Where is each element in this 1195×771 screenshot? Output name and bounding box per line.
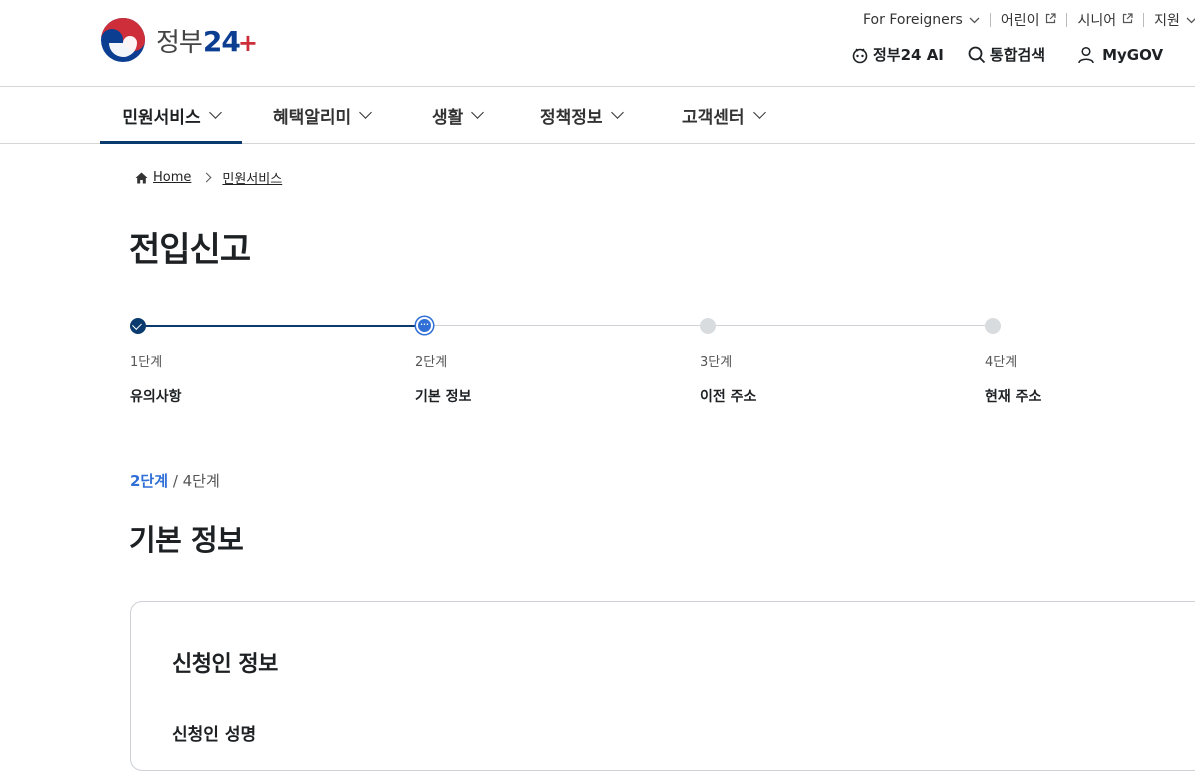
search-button[interactable]: 통합검색 <box>968 44 1045 65</box>
chevron-down-icon <box>359 106 373 119</box>
mygov-button[interactable]: MyGOV <box>1077 46 1163 64</box>
util-link-label: 지원 <box>1154 13 1180 29</box>
page-title: 전입신고 <box>129 230 251 270</box>
util-link-label: 시니어 <box>1077 13 1117 29</box>
breadcrumb: Home 민원서비스 <box>135 168 282 187</box>
step-number: 2단계 <box>415 355 448 370</box>
step-counter: 2단계 / 4단계 <box>130 470 220 491</box>
progress-stepper: 1단계 유의사항 2단계 기본 정보 3단계 이전 주소 4단계 현재 주소 <box>0 300 1195 420</box>
step-number: 1단계 <box>130 355 163 370</box>
util-link-kids[interactable]: 어린이 <box>1001 10 1057 30</box>
user-icon <box>1078 46 1094 63</box>
pending-step-icon <box>985 318 1001 334</box>
step-connector <box>716 325 986 326</box>
util-link-label: For Foreigners <box>863 12 963 28</box>
chevron-down-icon <box>752 106 766 119</box>
util-divider <box>1066 13 1068 27</box>
card-title: 신청인 정보 <box>172 652 278 677</box>
ai-button[interactable]: 정부24 AI <box>851 44 944 65</box>
site-logo[interactable]: 정부 24 + <box>100 17 258 63</box>
util-link-foreigners[interactable]: For Foreigners <box>863 12 980 28</box>
chevron-right-icon <box>201 172 212 183</box>
site-header: 정부 24 + For Foreigners 어린이 시니어 지원 정부24 A… <box>0 0 1195 87</box>
ai-robot-icon <box>852 47 868 63</box>
breadcrumb-current-link[interactable]: 민원서비스 <box>222 168 282 187</box>
home-icon <box>135 172 148 183</box>
current-step-icon <box>416 317 433 334</box>
logo-text-plus: + <box>237 28 258 57</box>
nav-item-civil-service[interactable]: 민원서비스 <box>100 87 242 144</box>
nav-item-label: 정책정보 <box>540 107 603 128</box>
step-name: 기본 정보 <box>415 389 472 405</box>
util-link-support[interactable]: 지원 <box>1154 10 1195 30</box>
ai-button-label: 정부24 AI <box>873 46 944 64</box>
nav-item-label: 생활 <box>432 107 464 128</box>
step-name: 현재 주소 <box>985 389 1042 405</box>
step-connector <box>433 325 701 326</box>
step-name: 이전 주소 <box>700 389 757 405</box>
step-name: 유의사항 <box>130 389 182 405</box>
nav-item-benefits[interactable]: 혜택알리미 <box>273 87 373 143</box>
chevron-down-icon <box>208 106 222 119</box>
external-link-icon <box>1045 13 1057 27</box>
utility-links: For Foreigners 어린이 시니어 지원 <box>863 10 1195 30</box>
check-icon <box>130 318 146 334</box>
search-icon <box>968 46 986 63</box>
applicant-info-card: 신청인 정보 신청인 성명 <box>130 601 1195 771</box>
util-link-senior[interactable]: 시니어 <box>1077 10 1133 30</box>
section-title: 기본 정보 <box>129 523 244 557</box>
header-actions: 정부24 AI 통합검색 MyGOV <box>851 44 1163 65</box>
nav-item-label: 고객센터 <box>682 107 745 128</box>
breadcrumb-home-link[interactable]: Home <box>135 170 191 185</box>
step-counter-separator: / <box>168 472 183 490</box>
logo-text-num: 24 <box>202 24 241 58</box>
pending-step-icon <box>700 318 716 334</box>
logo-text: 정부 24 + <box>156 22 258 59</box>
nav-item-label: 민원서비스 <box>122 107 201 128</box>
step-counter-total: 4단계 <box>182 472 220 490</box>
chevron-down-icon <box>610 106 624 119</box>
taegeuk-logo-icon <box>101 18 145 62</box>
util-divider <box>1143 13 1145 27</box>
mygov-button-label: MyGOV <box>1102 45 1164 64</box>
nav-item-life[interactable]: 생활 <box>432 87 485 143</box>
chevron-down-icon <box>1186 14 1195 27</box>
nav-item-policy[interactable]: 정책정보 <box>540 87 624 143</box>
search-button-label: 통합검색 <box>989 46 1046 64</box>
chevron-down-icon <box>471 106 485 119</box>
step-number: 3단계 <box>700 355 733 370</box>
util-divider <box>989 13 991 27</box>
applicant-name-label: 신청인 성명 <box>172 725 257 745</box>
main-nav: 민원서비스 혜택알리미 생활 정책정보 고객센터 <box>0 87 1195 144</box>
nav-item-label: 혜택알리미 <box>273 107 352 128</box>
chevron-down-icon <box>969 14 980 27</box>
breadcrumb-home-label: Home <box>153 170 192 185</box>
util-link-label: 어린이 <box>1000 13 1040 29</box>
step-connector-done <box>146 325 416 327</box>
step-number: 4단계 <box>985 355 1018 370</box>
logo-text-ko: 정부 <box>156 27 203 58</box>
step-counter-current: 2단계 <box>130 472 169 490</box>
nav-item-customer-center[interactable]: 고객센터 <box>682 87 766 143</box>
external-link-icon <box>1122 13 1133 27</box>
